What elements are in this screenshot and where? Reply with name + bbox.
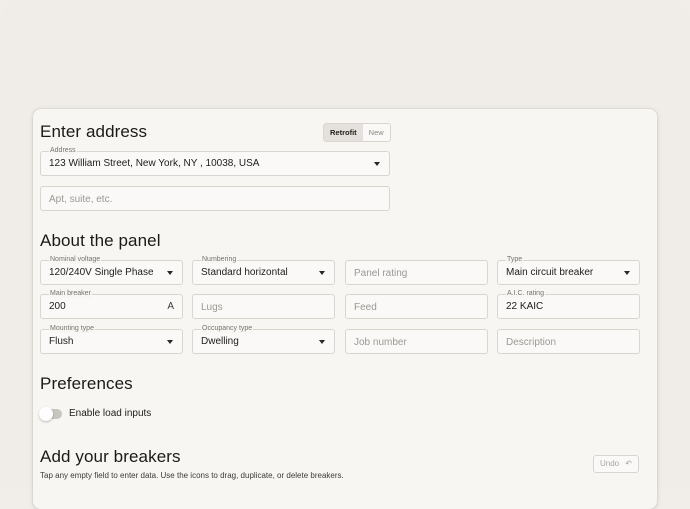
chevron-down-icon — [167, 340, 173, 344]
occupancy-type-label: Occupancy type — [201, 324, 254, 333]
job-number-input[interactable]: Job number — [345, 329, 488, 354]
nominal-voltage-select[interactable]: Nominal voltage 120/240V Single Phase — [40, 255, 183, 285]
aic-rating-value: 22 KAIC — [506, 301, 544, 312]
address-label: Address — [49, 146, 77, 155]
panel-rating-placeholder: Panel rating — [354, 268, 408, 279]
main-breaker-input[interactable]: Main breaker 200 A — [40, 289, 183, 319]
undo-button[interactable]: Undo ↶ — [593, 455, 639, 473]
mounting-type-select[interactable]: Mounting type Flush — [40, 324, 183, 354]
main-breaker-label: Main breaker — [49, 289, 92, 298]
numbering-select[interactable]: Numbering Standard horizontal — [192, 255, 335, 285]
preferences-section-title: Preferences — [40, 374, 133, 393]
mounting-type-label: Mounting type — [49, 324, 95, 333]
address-value: 123 William Street, New York, NY , 10038… — [49, 158, 260, 169]
breakers-hint: Tap any empty field to enter data. Use t… — [40, 471, 344, 480]
main-breaker-value: 200 — [49, 301, 66, 312]
feed-placeholder: Feed — [354, 302, 377, 313]
amps-unit: A — [167, 301, 174, 312]
address-section-title: Enter address — [40, 122, 148, 141]
description-input[interactable]: Description — [497, 329, 640, 354]
job-number-placeholder: Job number — [354, 337, 407, 348]
nominal-voltage-label: Nominal voltage — [49, 255, 102, 264]
mounting-type-value: Flush — [49, 336, 74, 347]
toggle-knob — [39, 407, 53, 421]
mode-retrofit-option[interactable]: Retrofit — [324, 124, 363, 141]
address-select[interactable]: Address 123 William Street, New York, NY… — [40, 146, 390, 176]
chevron-down-icon — [624, 271, 630, 275]
apt-suite-placeholder: Apt, suite, etc. — [49, 194, 113, 205]
load-inputs-toggle[interactable] — [39, 407, 62, 421]
undo-arrow-icon: ↶ — [625, 459, 632, 468]
mode-new-option[interactable]: New — [363, 124, 390, 141]
description-placeholder: Description — [506, 337, 557, 348]
lugs-placeholder: Lugs — [201, 302, 223, 313]
chevron-down-icon — [167, 271, 173, 275]
apt-suite-input[interactable]: Apt, suite, etc. — [40, 186, 390, 211]
aic-rating-input[interactable]: A.I.C. rating 22 KAIC — [497, 289, 640, 319]
nominal-voltage-value: 120/240V Single Phase — [49, 267, 154, 278]
chevron-down-icon — [374, 162, 380, 166]
load-inputs-label: Enable load inputs — [69, 408, 152, 419]
feed-input[interactable]: Feed — [345, 294, 488, 319]
chevron-down-icon — [319, 340, 325, 344]
numbering-label: Numbering — [201, 255, 238, 264]
lugs-input[interactable]: Lugs — [192, 294, 335, 319]
numbering-value: Standard horizontal — [201, 267, 288, 278]
panel-rating-input[interactable]: Panel rating — [345, 260, 488, 285]
type-value: Main circuit breaker — [506, 267, 594, 278]
occupancy-type-select[interactable]: Occupancy type Dwelling — [192, 324, 335, 354]
undo-label: Undo — [600, 459, 620, 468]
panel-section-title: About the panel — [40, 231, 161, 250]
type-select[interactable]: Type Main circuit breaker — [497, 255, 640, 285]
type-label: Type — [506, 255, 524, 264]
breakers-section-title: Add your breakers — [40, 447, 181, 466]
occupancy-type-value: Dwelling — [201, 336, 239, 347]
chevron-down-icon — [319, 271, 325, 275]
mode-toggle[interactable]: Retrofit New — [323, 123, 391, 142]
aic-rating-label: A.I.C. rating — [506, 289, 545, 298]
